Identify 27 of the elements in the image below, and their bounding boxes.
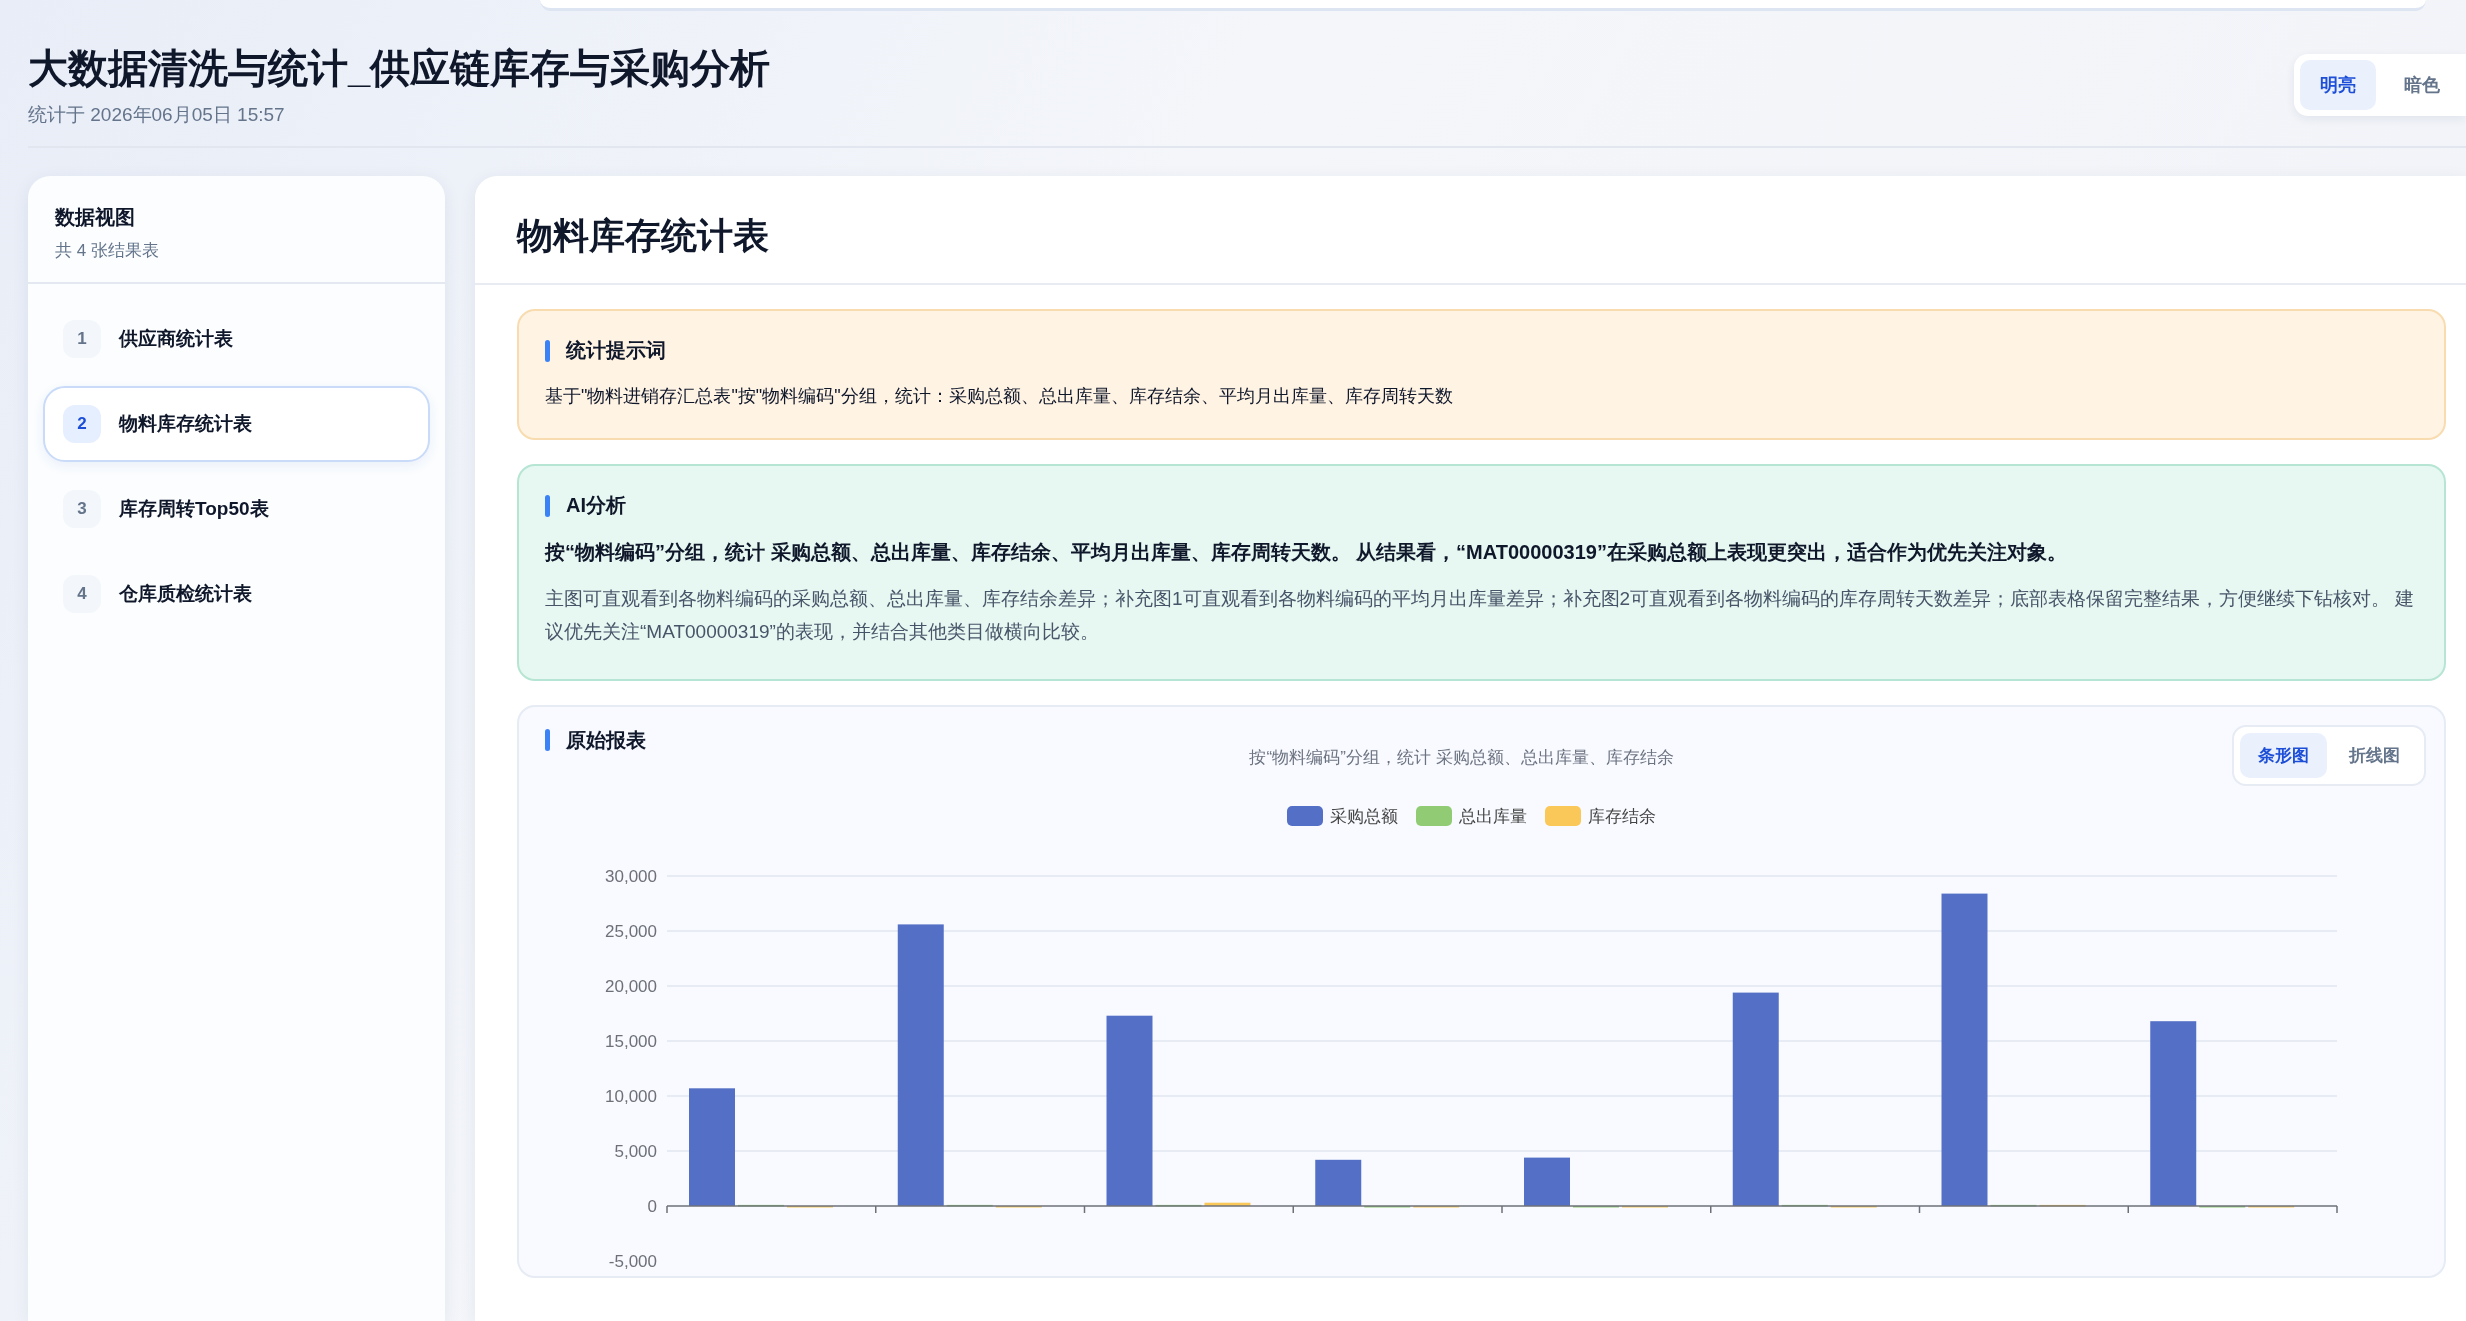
y-axis-label: 10,000 — [605, 1086, 657, 1106]
legend-label: 库存结余 — [1588, 805, 1656, 828]
y-axis-label: 15,000 — [605, 1031, 657, 1051]
y-axis-label: 5,000 — [614, 1141, 657, 1161]
y-axis-label: 20,000 — [605, 976, 657, 996]
number-badge: 3 — [63, 490, 101, 528]
analysis-detail: 主图可直观看到各物料编码的采购总额、总出库量、库存结余差异；补充图1可直观看到各物料编码的平均月出库量差异；补充图2可直观看到各物料编码的库存周转天数差异；底部表格保留完整结果，方便继续下钻核对。 建议优先关注“MAT00000319”的表现，并结合其他类目做横向比较。 — [545, 587, 2416, 645]
y-axis-label: 30,000 — [605, 866, 657, 886]
number-badge: 4 — [63, 575, 101, 613]
number-badge: 2 — [63, 405, 101, 443]
timestamp: 统计于 2026年06月05日 15:57 — [28, 103, 286, 127]
chart-title: 按“物料编码”分组，统计 采购总额、总出库量、库存结余 — [1249, 746, 1674, 769]
legend-label: 采购总额 — [1330, 805, 1398, 828]
card-heading: 原始报表 — [566, 727, 646, 753]
card-heading: AI分析 — [566, 493, 626, 518]
prompt-text: 基于"物料进销存汇总表"按"物料编码"分组，统计：采购总额、总出库量、库存结余、平均月出库量、库存周转天数 — [545, 385, 1454, 408]
y-axis-label: 25,000 — [605, 921, 657, 941]
y-axis-label: 0 — [647, 1196, 657, 1216]
section-title: 物料库存统计表 — [475, 176, 2466, 285]
sidebar-subtitle: 共 4 张结果表 — [55, 240, 160, 262]
y-axis-label: -5,000 — [608, 1251, 657, 1271]
card-heading: 统计提示词 — [566, 338, 666, 363]
page-title: 大数据清洗与统计_供应链库存与采购分析 — [28, 45, 771, 92]
analysis-summary: 按“物料编码”分组，统计 采购总额、总出库量、库存结余、平均月出库量、库存周转天数。 从结果看，“MAT00000319”在采购总额上表现更突出，适合作为优先关注对象。 — [545, 540, 2068, 565]
number-badge: 1 — [63, 320, 101, 358]
legend-label: 总出库量 — [1459, 805, 1527, 828]
sidebar-title: 数据视图 — [55, 205, 136, 230]
